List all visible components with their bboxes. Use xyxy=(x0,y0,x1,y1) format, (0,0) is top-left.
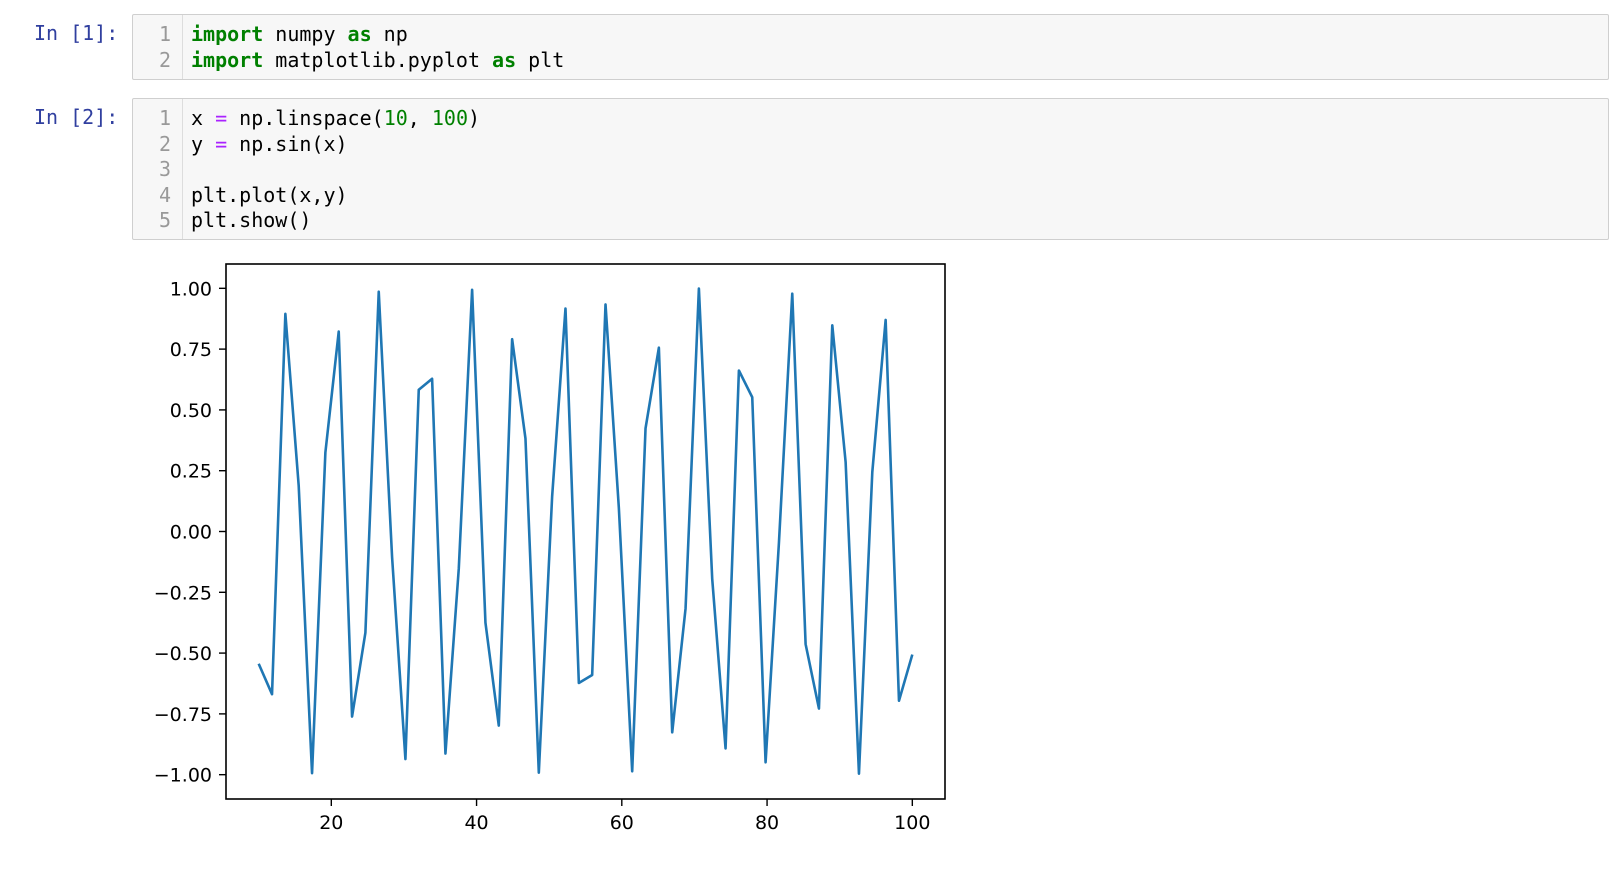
y-tick-label: −0.50 xyxy=(154,643,212,665)
keyword-token: import xyxy=(191,47,264,72)
line-number: 4 xyxy=(158,182,171,207)
code-token: x xyxy=(191,106,216,130)
code-token: y xyxy=(191,131,216,156)
operator-token: = xyxy=(215,106,228,130)
series-line xyxy=(257,287,914,776)
code-token: plt.plot(x,y) xyxy=(191,182,348,207)
code-line[interactable]: 5 plt.show() xyxy=(133,208,1608,234)
code-token: np.sin(x) xyxy=(227,131,348,156)
code-token: , xyxy=(407,106,432,130)
code-text[interactable]: import numpy as np xyxy=(191,22,408,48)
code-token: ) xyxy=(468,106,481,130)
line-chart: 1.00 0.75 0.50 0.25 0.00 −0.25 −0.50 −0.75 −1.00… xyxy=(154,263,946,834)
code-text[interactable]: import matplotlib.pyplot as plt xyxy=(191,48,564,74)
line-number: 2 xyxy=(158,131,171,156)
y-tick-label: −0.75 xyxy=(154,704,212,726)
code-text[interactable]: y = np.sin(x) xyxy=(191,132,348,158)
keyword-token: as xyxy=(492,47,517,72)
code-line[interactable]: 1 import numpy as np xyxy=(133,22,1608,48)
cell-output-plot: 1.00 0.75 0.50 0.25 0.00 −0.25 −0.50 −0.75 −1.00… xyxy=(150,262,990,880)
code-editor[interactable]: 1x = np.linspace(10, 100) 2 y = np.sin(x) 3… xyxy=(132,98,1609,240)
y-tick-label: −1.00 xyxy=(154,765,212,787)
line-number: 1 xyxy=(158,22,171,46)
code-editor[interactable]: 1 import numpy as np 2 import matplotlib.py… xyxy=(132,14,1609,80)
code-token: np.linspace( xyxy=(227,106,384,130)
y-tick-label: 0.25 xyxy=(170,461,212,483)
line-number: 3 xyxy=(158,157,171,181)
code-line[interactable]: 2 import matplotlib.pyplot as plt xyxy=(133,48,1608,74)
code-line[interactable]: 3 xyxy=(133,157,1608,183)
number-token: 10 xyxy=(383,106,408,130)
y-tick-label: −0.25 xyxy=(154,582,212,604)
y-tick-label: 0.00 xyxy=(170,522,212,544)
y-tick-label: 0.50 xyxy=(170,400,212,422)
line-number: 5 xyxy=(158,208,171,232)
y-tick-label: 1.00 xyxy=(170,278,212,300)
line-number: 2 xyxy=(158,47,171,72)
code-text[interactable]: plt.show() xyxy=(191,208,311,234)
plot-frame xyxy=(225,263,946,800)
x-tick-label: 40 xyxy=(464,812,488,834)
operator-token: = xyxy=(215,131,228,156)
x-tick-label: 80 xyxy=(755,812,779,834)
code-text[interactable]: x = np.linspace(10, 100) xyxy=(191,106,480,132)
x-tick-label: 100 xyxy=(894,812,930,834)
number-token: 100 xyxy=(431,106,468,130)
code-line[interactable]: 4 plt.plot(x,y) xyxy=(133,183,1608,209)
x-tick-label: 60 xyxy=(610,812,634,834)
y-tick-label: 0.75 xyxy=(170,339,212,361)
code-token: matplotlib.pyplot xyxy=(263,47,493,72)
code-token: np xyxy=(371,22,408,46)
notebook: In [1]: 1 import numpy as np 2 import matpl… xyxy=(0,0,1620,884)
code-token: plt.show() xyxy=(191,208,312,232)
code-token: numpy xyxy=(263,22,348,46)
keyword-token: import xyxy=(191,22,264,46)
line-number: 1 xyxy=(158,106,171,130)
code-text[interactable]: plt.plot(x,y) xyxy=(191,183,348,209)
code-line[interactable]: 2y = np.sin(x) xyxy=(133,132,1608,158)
cell-prompt: In [1]: xyxy=(34,21,119,45)
cell-prompt: In [2]: xyxy=(34,105,119,129)
code-token: plt xyxy=(516,47,565,72)
x-tick-label: 20 xyxy=(319,812,343,834)
code-line[interactable]: 1x = np.linspace(10, 100) xyxy=(133,106,1608,132)
keyword-token: as xyxy=(347,22,372,46)
